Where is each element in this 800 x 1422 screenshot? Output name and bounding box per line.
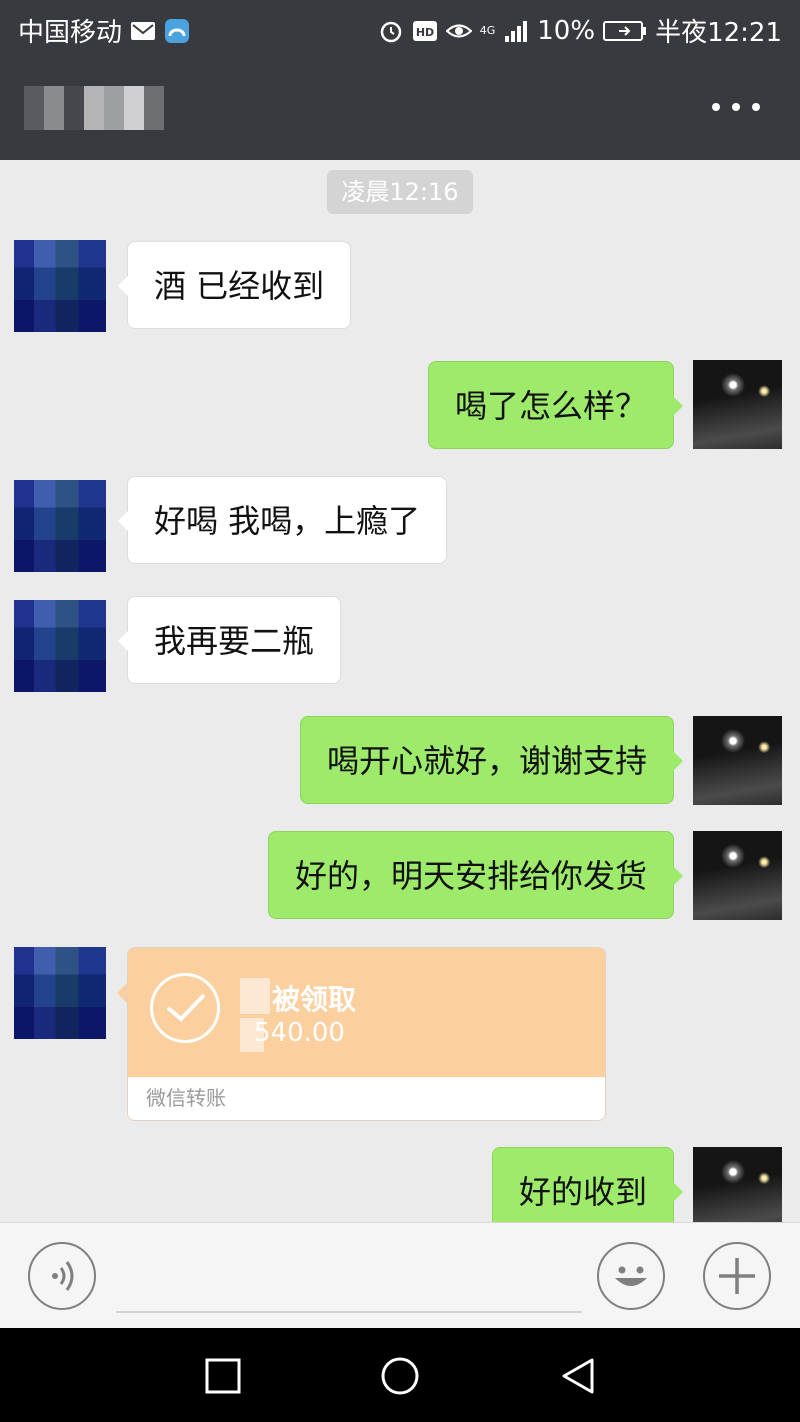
voice-icon bbox=[52, 1261, 74, 1291]
message-input[interactable] bbox=[116, 1243, 582, 1313]
transfer-label: 微信转账 bbox=[128, 1077, 605, 1120]
hd-icon: HD bbox=[412, 18, 438, 44]
message-bubble-received[interactable]: 好喝 我喝，上瘾了 bbox=[117, 476, 448, 564]
message-bubble-sent[interactable]: 好的收到 bbox=[491, 1147, 684, 1222]
plus-icon bbox=[719, 1258, 755, 1294]
home-icon bbox=[381, 1357, 419, 1395]
message-bubble-sent[interactable]: 好的，明天安排给你发货 bbox=[267, 831, 684, 919]
system-nav-bar bbox=[0, 1328, 800, 1422]
voice-input-button[interactable] bbox=[28, 1242, 96, 1310]
battery-percent: 10% bbox=[537, 15, 596, 46]
chat-area[interactable]: 凌晨12:16 酒 已经收到 喝了怎么样？ 好喝 我喝，上瘾了 我再要二瓶 喝开… bbox=[0, 160, 800, 1222]
recent-apps-icon bbox=[205, 1358, 241, 1394]
wechat-transfer-card[interactable]: 被领取 540.00 微信转账 bbox=[127, 947, 606, 1121]
transfer-card-tail bbox=[117, 983, 127, 1003]
contact-avatar[interactable] bbox=[14, 947, 106, 1039]
status-time: 半夜12:21 bbox=[655, 18, 782, 48]
home-button[interactable] bbox=[380, 1356, 420, 1396]
signal-icon bbox=[503, 18, 529, 44]
my-avatar[interactable] bbox=[693, 1147, 782, 1222]
emoji-icon bbox=[615, 1266, 647, 1286]
chat-header bbox=[0, 56, 800, 160]
contact-avatar[interactable] bbox=[14, 480, 106, 572]
transfer-amount: 540.00 bbox=[254, 1018, 345, 1048]
network-label: 4G bbox=[479, 24, 496, 37]
more-options-button[interactable] bbox=[712, 92, 760, 122]
message-bubble-sent[interactable]: 喝开心就好，谢谢支持 bbox=[299, 716, 684, 804]
message-bubble-sent[interactable]: 喝了怎么样？ bbox=[427, 361, 684, 449]
contact-avatar[interactable] bbox=[14, 600, 106, 692]
alarm-icon bbox=[378, 18, 404, 44]
more-icon bbox=[712, 103, 720, 111]
mail-icon bbox=[130, 18, 156, 44]
more-functions-button[interactable] bbox=[703, 1242, 771, 1310]
app-icon bbox=[164, 18, 190, 44]
status-bar: 中国移动 HD 4G 10% 半夜12:21 bbox=[0, 0, 800, 56]
check-icon bbox=[150, 973, 220, 1043]
contact-name-pixelated bbox=[24, 86, 164, 130]
message-bubble-received[interactable]: 我再要二瓶 bbox=[117, 596, 342, 684]
emoji-button[interactable] bbox=[597, 1242, 665, 1310]
redacted-area bbox=[240, 978, 270, 1014]
status-bar-left: 中国移动 bbox=[18, 12, 190, 49]
battery-icon bbox=[603, 18, 647, 44]
eye-icon bbox=[445, 18, 473, 44]
carrier-label: 中国移动 bbox=[18, 18, 123, 48]
my-avatar[interactable] bbox=[693, 831, 782, 920]
input-bar bbox=[0, 1222, 800, 1329]
back-button[interactable] bbox=[558, 1356, 598, 1396]
transfer-card-body: 被领取 540.00 bbox=[128, 948, 605, 1077]
my-avatar[interactable] bbox=[693, 716, 782, 805]
status-bar-right: HD 4G 10% 半夜12:21 bbox=[378, 12, 782, 49]
recent-apps-button[interactable] bbox=[203, 1356, 243, 1396]
svg-text:HD: HD bbox=[416, 26, 434, 39]
message-bubble-received[interactable]: 酒 已经收到 bbox=[117, 241, 352, 329]
my-avatar[interactable] bbox=[693, 360, 782, 449]
back-icon bbox=[562, 1358, 594, 1394]
chat-timestamp: 凌晨12:16 bbox=[327, 170, 473, 214]
contact-avatar[interactable] bbox=[14, 240, 106, 332]
transfer-status: 被领取 bbox=[272, 983, 357, 1016]
